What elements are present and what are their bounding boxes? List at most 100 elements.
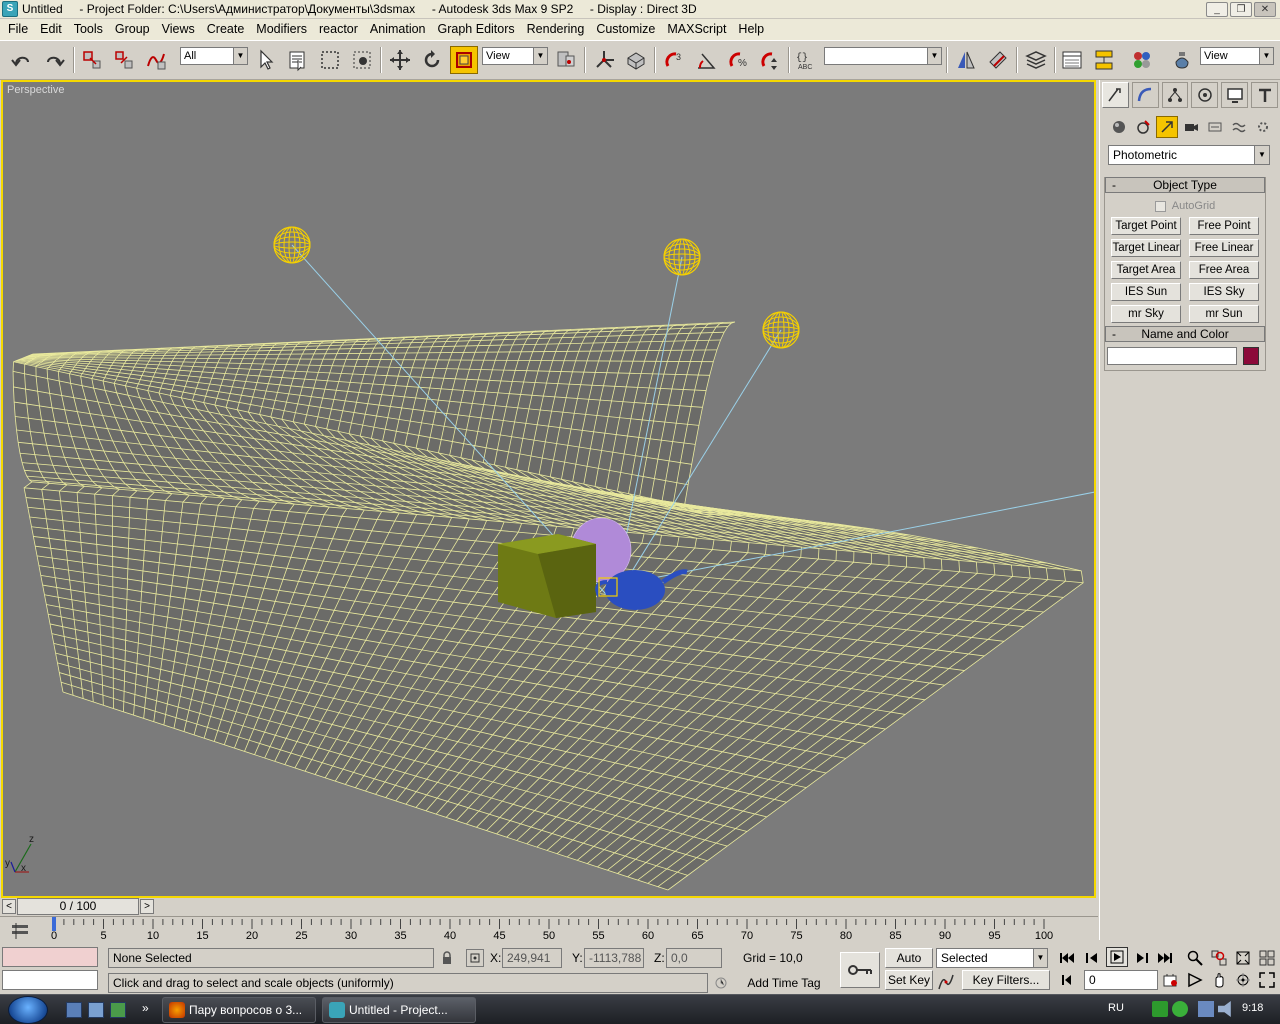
- maximize-button[interactable]: ❐: [1230, 2, 1252, 17]
- select-and-rotate-icon[interactable]: [418, 46, 446, 74]
- taskbar-item-firefox[interactable]: Пару вопросов о 3...: [162, 997, 316, 1023]
- select-by-name-icon[interactable]: [284, 46, 312, 74]
- key-mode-dropdown[interactable]: Selected ▼: [936, 948, 1048, 968]
- maximize-viewport-toggle-icon[interactable]: [1256, 970, 1278, 990]
- menu-views[interactable]: Views: [156, 19, 201, 40]
- previous-frame-icon[interactable]: [1082, 948, 1104, 968]
- selection-filter-dropdown[interactable]: All ▼: [180, 47, 248, 65]
- menu-file[interactable]: File: [2, 19, 34, 40]
- network-icon[interactable]: [1198, 1001, 1214, 1017]
- perspective-viewport[interactable]: z xy Perspective: [1, 80, 1096, 898]
- menu-animation[interactable]: Animation: [364, 19, 432, 40]
- material-editor-icon[interactable]: [1128, 46, 1156, 74]
- time-slider-thumb[interactable]: 0 / 100: [17, 898, 139, 915]
- zoom-extents-icon[interactable]: [1232, 948, 1254, 968]
- angle-snap-toggle-icon[interactable]: [692, 46, 720, 74]
- set-key-button[interactable]: Set Key: [885, 970, 933, 990]
- time-slider-prev-button[interactable]: <: [2, 899, 16, 914]
- percent-snap-toggle-icon[interactable]: %: [724, 46, 752, 74]
- layer-manager-icon[interactable]: [1022, 46, 1050, 74]
- language-indicator[interactable]: RU: [1108, 1002, 1124, 1014]
- close-button[interactable]: ✕: [1254, 2, 1276, 17]
- menu-graph-editors[interactable]: Graph Editors: [432, 19, 521, 40]
- name-and-color-rollout-header[interactable]: - Name and Color: [1105, 326, 1265, 342]
- zoom-icon[interactable]: [1184, 948, 1206, 968]
- free-point-button[interactable]: Free Point: [1189, 217, 1259, 235]
- go-to-start-icon[interactable]: [1056, 948, 1078, 968]
- add-time-tag-button[interactable]: Add Time Tag: [736, 973, 832, 993]
- set-keys-key-icon[interactable]: [840, 952, 880, 988]
- z-coordinate-field[interactable]: 0,0: [666, 948, 722, 968]
- menu-group[interactable]: Group: [109, 19, 156, 40]
- cameras-icon[interactable]: [1180, 116, 1202, 138]
- ies-sky-button[interactable]: IES Sky: [1189, 283, 1259, 301]
- clock[interactable]: 9:18: [1242, 1002, 1263, 1014]
- quick-launch-icon[interactable]: [110, 1002, 126, 1018]
- curve-editor-icon[interactable]: [1058, 46, 1086, 74]
- target-point-button[interactable]: Target Point: [1111, 217, 1181, 235]
- reference-coordinate-dropdown[interactable]: View ▼: [482, 47, 548, 65]
- free-area-button[interactable]: Free Area: [1189, 261, 1259, 279]
- helpers-icon[interactable]: [1204, 116, 1226, 138]
- ies-sun-button[interactable]: IES Sun: [1111, 283, 1181, 301]
- menu-rendering[interactable]: Rendering: [521, 19, 591, 40]
- zoom-extents-all-icon[interactable]: [1256, 948, 1278, 968]
- rectangular-selection-icon[interactable]: [316, 46, 344, 74]
- motion-tab-icon[interactable]: [1191, 82, 1219, 108]
- edit-named-selection-sets-icon[interactable]: {} ABC: [792, 46, 820, 74]
- default-in-out-tangents-icon[interactable]: [936, 972, 956, 992]
- key-mode-toggle-icon[interactable]: [1058, 970, 1080, 990]
- autogrid-checkbox-box[interactable]: [1154, 200, 1166, 212]
- selection-lock-icon[interactable]: [440, 951, 454, 968]
- object-name-input[interactable]: [1107, 347, 1237, 365]
- select-and-manipulate-icon[interactable]: [590, 46, 618, 74]
- spinner-snap-toggle-icon[interactable]: [756, 46, 784, 74]
- shapes-icon[interactable]: [1132, 116, 1154, 138]
- arc-rotate-icon[interactable]: [1232, 970, 1254, 990]
- undo-icon[interactable]: [8, 46, 36, 74]
- object-type-rollout-header[interactable]: - Object Type: [1105, 177, 1265, 193]
- time-tag-icon[interactable]: [714, 976, 728, 993]
- auto-key-button[interactable]: Auto Key: [885, 948, 933, 983]
- show-desktop-icon[interactable]: [66, 1002, 82, 1018]
- key-filters-button[interactable]: Key Filters...: [962, 970, 1050, 990]
- select-and-move-icon[interactable]: [386, 46, 414, 74]
- select-and-link-icon[interactable]: [78, 46, 106, 74]
- go-to-end-icon[interactable]: [1154, 948, 1176, 968]
- maxscript-listener-mini-pink[interactable]: [2, 947, 98, 967]
- utilities-tab-icon[interactable]: [1251, 82, 1278, 108]
- volume-icon[interactable]: [1218, 1001, 1231, 1017]
- target-linear-button[interactable]: Target Linear: [1111, 239, 1181, 257]
- current-frame-field[interactable]: 0: [1084, 970, 1158, 990]
- free-linear-button[interactable]: Free Linear: [1189, 239, 1259, 257]
- hierarchy-tab-icon[interactable]: [1161, 82, 1189, 108]
- create-tab-icon[interactable]: [1102, 82, 1129, 108]
- use-pivot-point-center-icon[interactable]: [552, 46, 580, 74]
- lights-icon[interactable]: [1156, 116, 1178, 138]
- pan-view-icon[interactable]: [1208, 970, 1230, 990]
- zoom-all-icon[interactable]: [1208, 948, 1230, 968]
- window-crossing-icon[interactable]: [348, 46, 376, 74]
- start-button-icon[interactable]: [8, 996, 48, 1024]
- object-color-swatch[interactable]: [1243, 347, 1259, 365]
- x-coordinate-field[interactable]: 249,941: [502, 948, 562, 968]
- viewport-label[interactable]: Perspective: [7, 84, 64, 96]
- track-bar[interactable]: 0 5 10 15 20 25 30 35 40 45 50 55 60 65 70 75 80 85 90 95 10…: [0, 916, 1098, 946]
- tray-status-icon[interactable]: [1172, 1001, 1188, 1017]
- bind-to-space-warp-icon[interactable]: [142, 46, 170, 74]
- align-icon[interactable]: [984, 46, 1012, 74]
- modify-tab-icon[interactable]: [1131, 82, 1159, 108]
- space-warps-icon[interactable]: [1228, 116, 1250, 138]
- snaps-toggle-icon[interactable]: 3: [660, 46, 688, 74]
- maxscript-listener-mini-white[interactable]: [2, 970, 98, 990]
- menu-customize[interactable]: Customize: [590, 19, 661, 40]
- mr-sky-button[interactable]: mr Sky: [1111, 305, 1181, 323]
- play-animation-icon[interactable]: [1106, 947, 1128, 967]
- render-scene-icon[interactable]: [1168, 46, 1196, 74]
- time-configuration-icon[interactable]: [1160, 970, 1182, 990]
- minimize-button[interactable]: _: [1206, 2, 1228, 17]
- quick-launch-overflow-icon[interactable]: »: [142, 1001, 149, 1015]
- mirror-icon[interactable]: [952, 46, 980, 74]
- switch-windows-icon[interactable]: [88, 1002, 104, 1018]
- menu-edit[interactable]: Edit: [34, 19, 68, 40]
